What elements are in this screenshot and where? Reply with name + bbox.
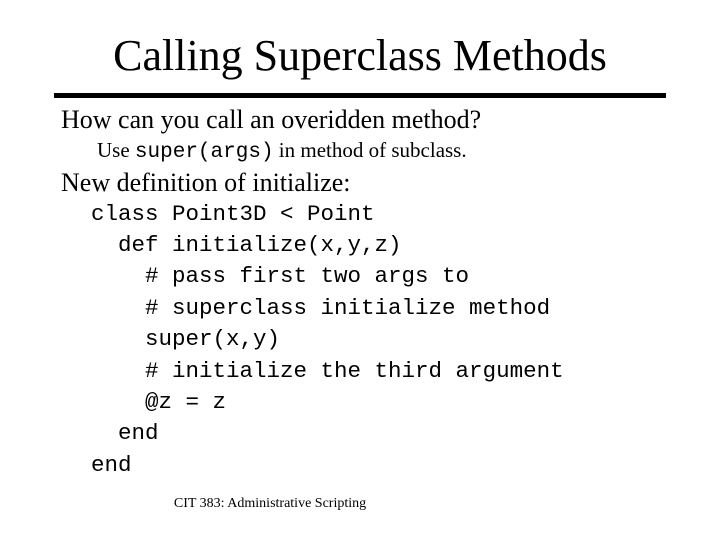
code-line: # superclass initialize method [91, 295, 551, 321]
code-line: def initialize(x,y,z) [91, 232, 402, 258]
code-line: @z = z [91, 389, 227, 415]
code-line: # initialize the third argument [91, 358, 564, 384]
answer-suffix: in method of subclass. [273, 138, 467, 162]
inline-code-super: super(args) [134, 141, 274, 164]
code-line: end [91, 420, 159, 446]
sub-bullet-answer: Use super(args) in method of subclass. [97, 137, 467, 166]
code-line: # pass first two args to [91, 263, 470, 289]
slide-footer: CIT 383: Administrative Scripting [173, 496, 367, 511]
slide-title: Calling Superclass Methods [113, 31, 607, 80]
answer-prefix: Use [97, 138, 135, 162]
code-line: end [91, 452, 132, 478]
bullet-question: How can you call an overidden method? [61, 105, 482, 134]
bullet-new-definition: New definition of initialize: [61, 168, 351, 197]
code-line: class Point3D < Point [91, 201, 375, 227]
code-line: super(x,y) [91, 326, 281, 352]
title-divider [54, 93, 666, 98]
